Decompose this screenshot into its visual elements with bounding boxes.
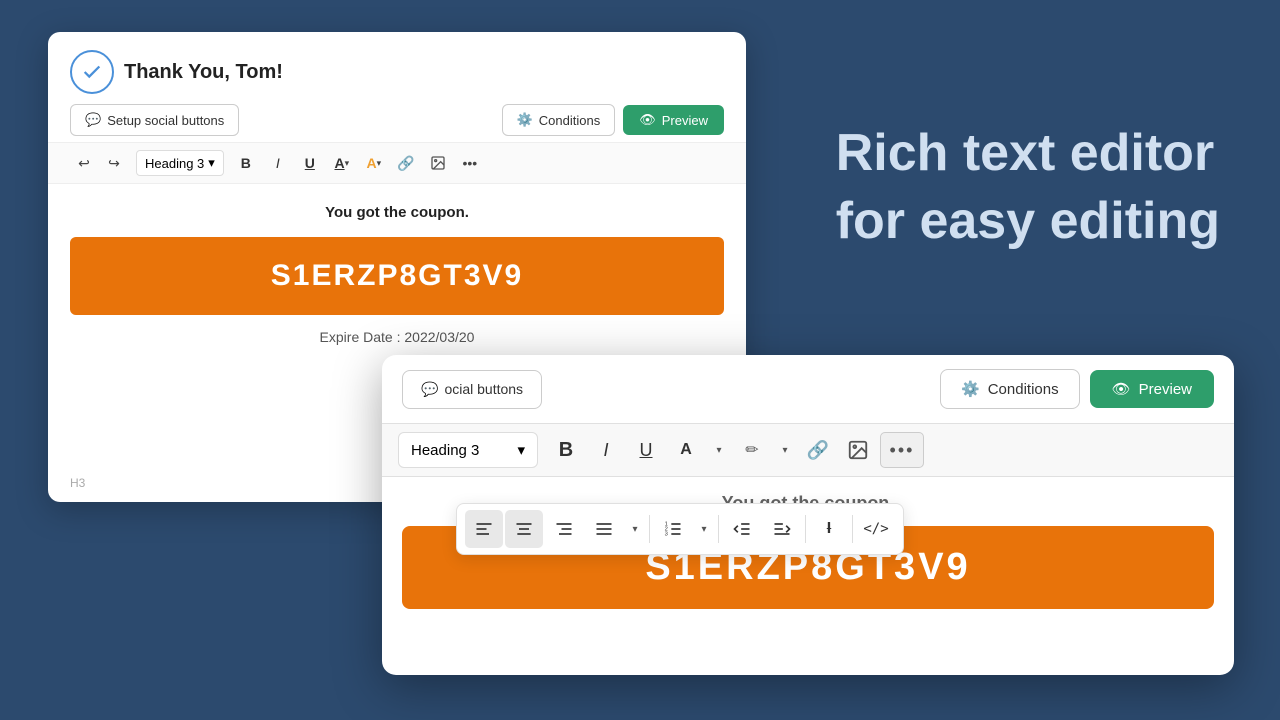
preview-button-2[interactable]: 👁 Preview — [1090, 370, 1214, 408]
separator-4 — [852, 515, 853, 543]
link-button-2[interactable]: 🔗 — [800, 432, 836, 468]
font-color-button[interactable]: A ▾ — [328, 149, 356, 177]
image-button-2[interactable] — [840, 432, 876, 468]
indent-button[interactable] — [763, 510, 801, 548]
link-button[interactable]: 🔗 — [392, 149, 420, 177]
conditions-label-2: Conditions — [988, 381, 1059, 398]
coupon-title: You got the coupon. — [70, 204, 724, 221]
underline-button-2[interactable]: U — [628, 432, 664, 468]
coupon-box: S1ERZP8GT3V9 — [70, 237, 724, 315]
expire-label: Expire Date : — [320, 329, 401, 345]
check-icon — [70, 50, 114, 94]
card1-content: You got the coupon. S1ERZP8GT3V9 Expire … — [48, 184, 746, 365]
card1-header: Thank You, Tom! — [48, 32, 746, 104]
background-text: Rich text editor for easy editing — [836, 120, 1220, 255]
social-button-2[interactable]: 💬 ocial buttons — [402, 370, 542, 409]
conditions-button-2[interactable]: ⚙️ Conditions — [940, 369, 1080, 409]
heading-select[interactable]: Heading 3 ▾ — [136, 150, 224, 176]
separator-3 — [805, 515, 806, 543]
image-icon-2 — [847, 439, 869, 461]
underline-button[interactable]: U — [296, 149, 324, 177]
indent-icon — [772, 519, 792, 539]
thank-you-text: Thank You, Tom! — [124, 61, 283, 84]
card2-toolbar: 💬 ocial buttons ⚙️ Conditions 👁 Preview — [382, 355, 1234, 423]
card1-toolbar: 💬 Setup social buttons ⚙️ Conditions 👁 P… — [48, 104, 746, 136]
preview-label: Preview — [662, 113, 708, 128]
gear-icon-2: ⚙️ — [961, 380, 980, 398]
conditions-button[interactable]: ⚙️ Conditions — [502, 104, 616, 136]
more-button-2[interactable]: ••• — [880, 432, 924, 468]
align-justify-button[interactable] — [585, 510, 623, 548]
conditions-label: Conditions — [539, 113, 600, 128]
heading-value-2: Heading 3 — [411, 442, 479, 459]
strikethrough-button[interactable]: I — [810, 510, 848, 548]
bg-text-line1: Rich text editor — [836, 120, 1220, 188]
highlight-button[interactable]: A ▾ — [360, 149, 388, 177]
italic-button-2[interactable]: I — [588, 432, 624, 468]
gear-icon: ⚙️ — [517, 112, 533, 128]
svg-text:3: 3 — [665, 532, 668, 538]
ordered-list-button[interactable]: 1 2 3 — [654, 510, 692, 548]
expire-date: Expire Date : 2022/03/20 — [70, 329, 724, 345]
list-dropdown[interactable]: ▾ — [625, 510, 645, 548]
eye-icon: 👁 — [639, 112, 656, 128]
bg-text-line2: for easy editing — [836, 188, 1220, 256]
align-right-icon — [554, 519, 574, 539]
card2-editor-toolbar: Heading 3 ▾ B I U A ▾ ✏ ▾ 🔗 ••• — [382, 423, 1234, 477]
more-options-button[interactable]: ••• — [456, 149, 484, 177]
font-color-button-2[interactable]: A — [668, 432, 704, 468]
separator-2 — [718, 515, 719, 543]
checkmark-svg — [81, 61, 103, 83]
preview-label-2: Preview — [1139, 381, 1192, 398]
alignment-toolbar: ▾ 1 2 3 ▾ I </> — [456, 503, 904, 555]
heading-tag: H3 — [70, 476, 85, 490]
align-justify-icon — [594, 519, 614, 539]
chat-icon-2: 💬 — [421, 381, 438, 398]
coupon-code: S1ERZP8GT3V9 — [92, 259, 702, 293]
social-btn-label: Setup social buttons — [107, 113, 224, 128]
outdent-button[interactable] — [723, 510, 761, 548]
align-left-button[interactable] — [465, 510, 503, 548]
image-icon — [430, 155, 446, 171]
ordered-list-icon: 1 2 3 — [663, 519, 683, 539]
setup-social-button[interactable]: 💬 Setup social buttons — [70, 104, 239, 136]
chevron-down-icon-2: ▾ — [517, 441, 525, 459]
bold-button-2[interactable]: B — [548, 432, 584, 468]
undo-button[interactable]: ↩ — [70, 149, 98, 177]
undo-redo-group: ↩ ↪ — [70, 149, 128, 177]
align-center-button[interactable] — [505, 510, 543, 548]
heading-select-2[interactable]: Heading 3 ▾ — [398, 432, 538, 468]
image-button[interactable] — [424, 149, 452, 177]
card1-editor-toolbar: ↩ ↪ Heading 3 ▾ B I U A ▾ A ▾ 🔗 ••• — [48, 142, 746, 184]
separator-1 — [649, 515, 650, 543]
redo-button[interactable]: ↪ — [100, 149, 128, 177]
expire-date-value: 2022/03/20 — [404, 329, 474, 345]
outdent-icon — [732, 519, 752, 539]
font-color-dropdown-2[interactable]: ▾ — [708, 432, 730, 468]
preview-button[interactable]: 👁 Preview — [623, 105, 724, 135]
chat-icon: 💬 — [85, 112, 101, 128]
eye-icon-2: 👁 — [1112, 380, 1131, 398]
editor-card-2: 💬 ocial buttons ⚙️ Conditions 👁 Preview … — [382, 355, 1234, 675]
align-left-icon — [474, 519, 494, 539]
bold-button[interactable]: B — [232, 149, 260, 177]
social-btn-label-2: ocial buttons — [444, 381, 523, 397]
heading-value: Heading 3 — [145, 156, 204, 171]
highlight-button-2[interactable]: ✏ — [734, 432, 770, 468]
chevron-down-icon: ▾ — [208, 155, 215, 171]
code-button[interactable]: </> — [857, 510, 895, 548]
align-right-button[interactable] — [545, 510, 583, 548]
ordered-list-dropdown[interactable]: ▾ — [694, 510, 714, 548]
highlight-dropdown-2[interactable]: ▾ — [774, 432, 796, 468]
align-center-icon — [514, 519, 534, 539]
italic-button[interactable]: I — [264, 149, 292, 177]
